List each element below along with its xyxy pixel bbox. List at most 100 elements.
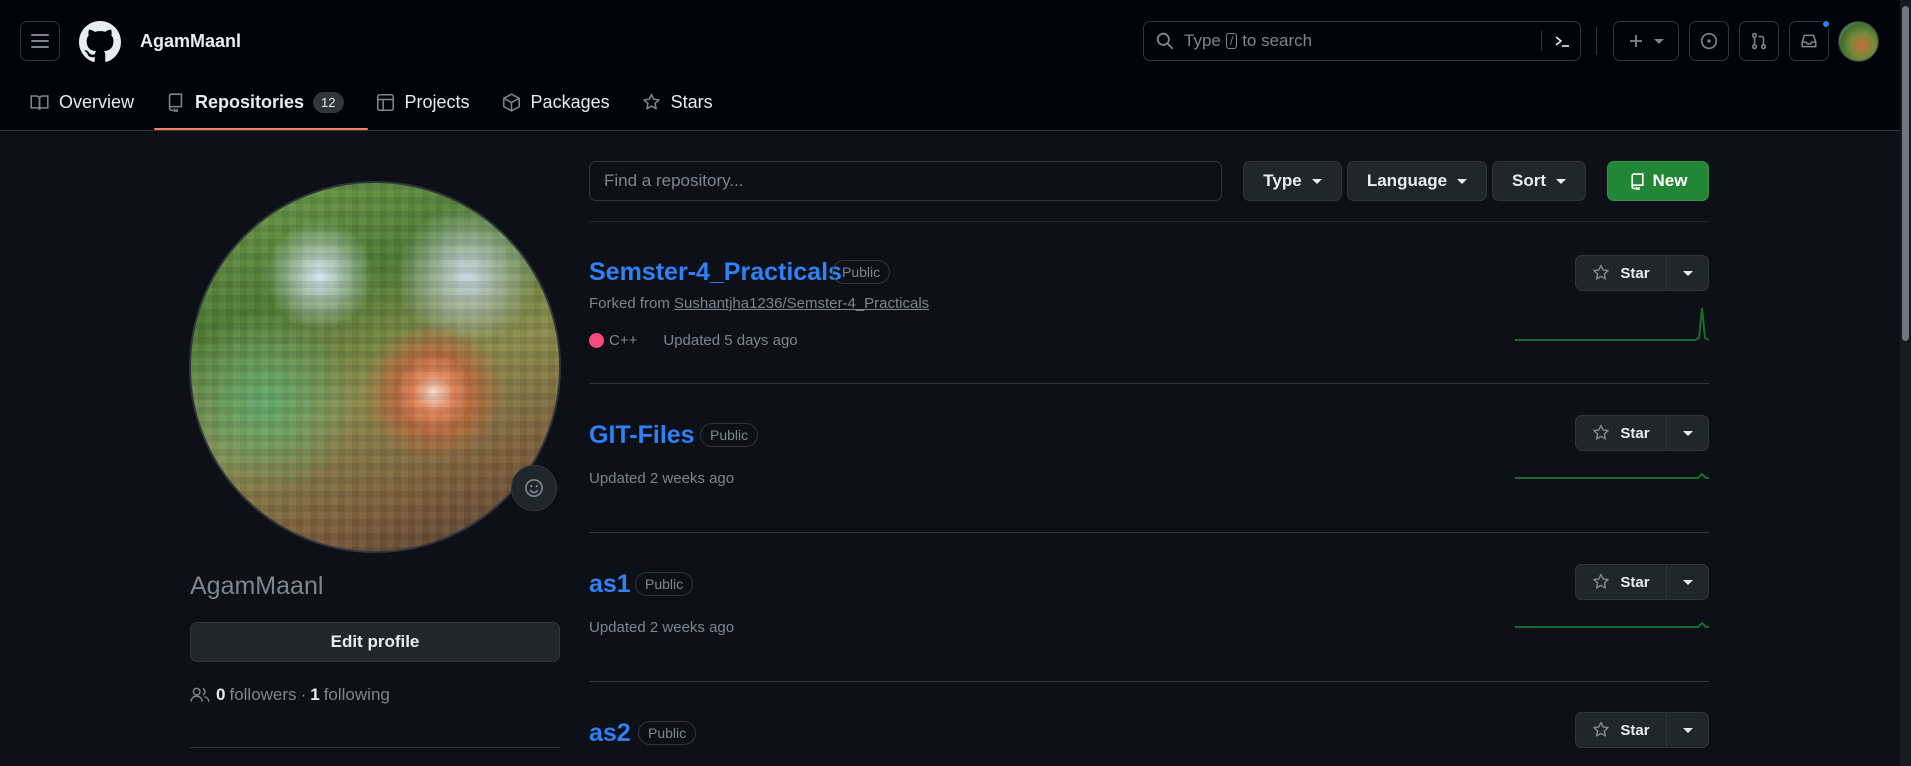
edit-profile-button[interactable]: Edit profile bbox=[190, 622, 560, 662]
repo-list-item: GIT-Files Public Updated 2 weeks ago Sta… bbox=[589, 384, 1709, 533]
forked-from-text: Forked from Sushantjha1236/Semster-4_Pra… bbox=[589, 295, 929, 312]
star-button[interactable]: Star bbox=[1575, 712, 1667, 748]
scrollbar-thumb[interactable] bbox=[1902, 6, 1909, 341]
tab-overview[interactable]: Overview bbox=[28, 84, 148, 120]
star-button-group: Star bbox=[1575, 415, 1709, 451]
chevron-down-icon bbox=[1682, 579, 1693, 585]
type-filter-label: Type bbox=[1263, 171, 1302, 190]
search-icon bbox=[1156, 32, 1174, 50]
star-button[interactable]: Star bbox=[1575, 564, 1667, 600]
activity-sparkline bbox=[1515, 307, 1709, 341]
repo-list-item: as2 Public Star bbox=[589, 682, 1709, 766]
follow-separator: · bbox=[300, 685, 307, 704]
inbox-icon bbox=[1801, 34, 1817, 48]
search-shortcut-key: / bbox=[1225, 33, 1238, 49]
star-button-group: Star bbox=[1575, 712, 1709, 748]
git-pull-request-icon bbox=[1751, 32, 1767, 50]
visibility-badge: Public bbox=[635, 572, 694, 596]
chevron-down-icon bbox=[1556, 178, 1566, 184]
activity-sparkline bbox=[1515, 472, 1709, 479]
tab-repositories[interactable]: Repositories 12 bbox=[154, 84, 367, 130]
forked-from-link[interactable]: Sushantjha1236/Semster-4_Practicals bbox=[674, 295, 929, 312]
package-icon bbox=[502, 92, 520, 112]
type-filter-dropdown[interactable]: Type bbox=[1243, 161, 1342, 201]
star-label: Star bbox=[1620, 721, 1650, 739]
issues-button[interactable] bbox=[1689, 21, 1729, 61]
sidebar-divider bbox=[190, 747, 560, 748]
followers-link[interactable]: followers bbox=[229, 685, 296, 705]
profile-username: AgamMaanl bbox=[190, 572, 324, 600]
chevron-down-icon bbox=[1682, 727, 1693, 733]
tab-label: Stars bbox=[670, 91, 713, 112]
star-icon bbox=[1593, 721, 1610, 737]
star-list-dropdown[interactable] bbox=[1667, 415, 1709, 451]
following-link[interactable]: following bbox=[324, 685, 390, 705]
repo-count-badge: 12 bbox=[313, 91, 344, 113]
repo-language: C++ bbox=[609, 332, 638, 349]
star-button-group: Star bbox=[1575, 255, 1709, 291]
menu-button[interactable] bbox=[20, 21, 60, 61]
star-list-dropdown[interactable] bbox=[1667, 255, 1709, 291]
tab-label: Overview bbox=[59, 91, 135, 112]
tab-label: Packages bbox=[530, 91, 610, 112]
visibility-badge: Public bbox=[700, 423, 759, 447]
book-icon bbox=[30, 94, 49, 110]
create-new-button[interactable] bbox=[1613, 21, 1679, 61]
set-status-button[interactable] bbox=[511, 465, 557, 511]
tab-label: Projects bbox=[404, 91, 470, 112]
star-icon bbox=[642, 93, 660, 109]
chevron-down-icon bbox=[1682, 270, 1693, 276]
activity-sparkline bbox=[1515, 621, 1709, 628]
repo-updated: Updated 2 weeks ago bbox=[589, 470, 735, 487]
language-filter-label: Language bbox=[1366, 171, 1448, 190]
tab-projects[interactable]: Projects bbox=[374, 84, 484, 120]
star-list-dropdown[interactable] bbox=[1667, 712, 1709, 748]
chevron-down-icon bbox=[1311, 178, 1322, 184]
repo-list-item: Semster-4_Practicals Public Forked from … bbox=[589, 222, 1709, 384]
star-button[interactable]: Star bbox=[1575, 415, 1667, 451]
pull-requests-button[interactable] bbox=[1739, 21, 1779, 61]
chevron-down-icon bbox=[1682, 430, 1693, 436]
repo-name-link[interactable]: Semster-4_Practicals bbox=[589, 258, 842, 287]
star-label: Star bbox=[1620, 264, 1650, 282]
forked-prefix: Forked from bbox=[589, 295, 670, 312]
user-avatar[interactable] bbox=[1838, 21, 1879, 62]
command-palette-icon[interactable] bbox=[1552, 31, 1572, 51]
tab-label: Repositories bbox=[195, 91, 305, 112]
sort-label: Sort bbox=[1512, 171, 1546, 190]
repo-icon bbox=[168, 92, 183, 112]
star-list-dropdown[interactable] bbox=[1667, 564, 1709, 600]
repo-name-link[interactable]: as2 bbox=[589, 719, 631, 748]
repo-list-item: as1 Public Updated 2 weeks ago Star bbox=[589, 533, 1709, 682]
star-button-group: Star bbox=[1575, 564, 1709, 600]
star-button[interactable]: Star bbox=[1575, 255, 1667, 291]
profile-tabs: Overview Repositories 12 Projects Packag… bbox=[28, 84, 743, 130]
chevron-down-icon bbox=[1654, 38, 1664, 44]
people-icon bbox=[190, 687, 210, 702]
repo-updated: Updated 5 days ago bbox=[663, 332, 798, 349]
table-icon bbox=[376, 93, 394, 111]
star-label: Star bbox=[1620, 573, 1650, 591]
search-text-after: to search bbox=[1242, 31, 1313, 50]
sort-dropdown[interactable]: Sort bbox=[1492, 161, 1586, 201]
chevron-down-icon bbox=[1457, 178, 1468, 184]
header-separator bbox=[1596, 27, 1597, 55]
following-count[interactable]: 1 bbox=[310, 685, 319, 705]
global-search[interactable]: Type / to search bbox=[1143, 21, 1581, 61]
repo-name-link[interactable]: GIT-Files bbox=[589, 421, 695, 450]
github-logo-icon[interactable] bbox=[79, 21, 121, 63]
repo-name-link[interactable]: as1 bbox=[589, 570, 631, 599]
language-filter-dropdown[interactable]: Language bbox=[1347, 161, 1487, 201]
find-repository-input[interactable] bbox=[589, 161, 1222, 201]
visibility-badge: Public bbox=[638, 721, 697, 745]
tab-stars[interactable]: Stars bbox=[640, 84, 727, 120]
smiley-icon bbox=[525, 479, 543, 497]
followers-count[interactable]: 0 bbox=[216, 685, 225, 705]
new-repository-button[interactable]: New bbox=[1607, 161, 1709, 201]
top-header: AgamMaanl Type / to search Overview Repo… bbox=[0, 0, 1900, 131]
search-text-before: Type bbox=[1184, 31, 1221, 50]
tab-packages[interactable]: Packages bbox=[500, 84, 624, 120]
header-username[interactable]: AgamMaanl bbox=[140, 31, 241, 52]
new-button-label: New bbox=[1652, 171, 1688, 190]
profile-avatar[interactable] bbox=[189, 181, 561, 553]
